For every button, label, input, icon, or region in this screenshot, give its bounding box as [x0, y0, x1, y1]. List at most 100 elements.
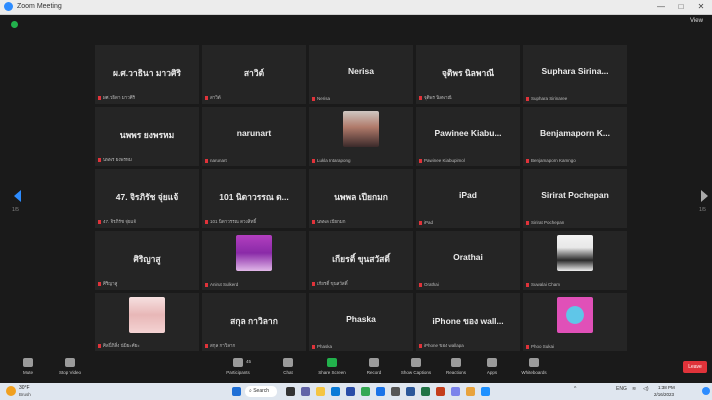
participant-tile[interactable]: จุติพร นิลพาณี จุติพร นิลพาณี — [416, 45, 520, 104]
whiteboards-button[interactable]: Whiteboards — [514, 358, 554, 375]
photos-icon[interactable] — [466, 387, 475, 396]
muted-microphone-icon — [526, 158, 529, 163]
volume-icon[interactable]: ◁) — [643, 386, 649, 392]
reactions-label: Reactions — [445, 370, 466, 375]
tray-language[interactable]: ENG — [616, 386, 627, 392]
windows-start-icon[interactable] — [232, 387, 241, 396]
participant-tile[interactable]: Anirut Sulkerd — [202, 231, 306, 290]
chrome-icon[interactable] — [361, 387, 370, 396]
participant-name-label: Suphara Sirinaree — [526, 96, 567, 101]
zoom-taskbar-icon[interactable] — [376, 387, 385, 396]
file-explorer-icon[interactable] — [316, 387, 325, 396]
taskbar-search-box[interactable]: ⌕ Search — [245, 386, 277, 397]
participant-display-name: ศิริญาสู — [133, 254, 161, 264]
powerpoint-icon[interactable] — [436, 387, 445, 396]
microphone-icon — [23, 358, 33, 367]
muted-microphone-icon — [205, 343, 208, 348]
chat-button[interactable]: Chat — [268, 358, 308, 375]
participant-tile[interactable]: Lukla Intarapong — [309, 107, 413, 166]
muted-microphone-icon — [98, 343, 101, 348]
mute-button[interactable]: Mute — [8, 358, 48, 375]
participant-name-label: Lukla Intarapong — [312, 158, 351, 163]
participant-name-text: iPad — [424, 220, 434, 225]
taskbar-search-label: Search — [253, 388, 270, 394]
view-button[interactable]: View — [690, 18, 703, 24]
participant-name-label: นพพล เปียกมก — [312, 218, 345, 225]
participant-display-name: narunart — [236, 128, 272, 138]
participant-video-thumbnail — [557, 297, 593, 333]
participant-tile[interactable]: ผ.ศ.วาธินา มาวศิริ ผศ.วธิดา มาวศิริ — [95, 45, 199, 104]
participant-tile[interactable]: Pawinee Kiabu... Pawinee Kiabupimol — [416, 107, 520, 166]
muted-microphone-icon — [419, 282, 422, 287]
task-view-icon[interactable] — [286, 387, 295, 396]
app-icon[interactable] — [391, 387, 400, 396]
participant-name-text: Phoo Sukai — [531, 344, 555, 349]
participant-tile[interactable]: 47. จิรภิรัช จุ่ยแจ้ 47. จิรภิรัช จุ่ยแจ้ — [95, 169, 199, 228]
reactions-button[interactable]: Reactions — [436, 358, 476, 375]
edge-icon[interactable] — [331, 387, 340, 396]
window-title: Zoom Meeting — [17, 3, 62, 10]
previous-page-arrow-icon[interactable] — [14, 190, 21, 202]
participant-tile[interactable]: Suwalai Cham — [523, 231, 627, 290]
participant-tile[interactable]: narunart narunart — [202, 107, 306, 166]
participant-display-name: เกียรติ์ ขุนสวัสดิ์ — [332, 254, 390, 264]
participant-name-text: Lukla Intarapong — [317, 158, 351, 163]
notification-icon[interactable] — [702, 387, 710, 395]
participant-tile[interactable]: สกุล กาวิลาก สกุล กาวิลาก — [202, 293, 306, 352]
participant-name-label: จุติพร นิลพาณี — [419, 94, 452, 101]
word-icon[interactable] — [406, 387, 415, 396]
participant-name-label: สาวิต์ — [205, 94, 221, 101]
participant-name-label: iPad — [419, 220, 433, 225]
participant-tile[interactable]: นพพล เปียกมก นพพล เปียกมก — [309, 169, 413, 228]
participant-tile[interactable]: iPhone ของ wall... iPhone ของ wallapa — [416, 293, 520, 352]
excel-icon[interactable] — [421, 387, 430, 396]
next-page-arrow-icon[interactable] — [701, 190, 708, 202]
participant-name-text: ผศ.วธิดา มาวศิริ — [103, 95, 136, 100]
maximize-button[interactable]: □ — [672, 0, 690, 14]
participant-video-thumbnail — [236, 235, 272, 271]
tray-chevron-icon[interactable]: ^ — [574, 386, 576, 392]
teams-icon[interactable] — [301, 387, 310, 396]
participants-button[interactable]: Participants — [218, 358, 258, 375]
muted-microphone-icon — [205, 282, 208, 287]
participant-name-text: Phaska — [317, 344, 333, 349]
participant-tile[interactable]: Sirirat Pochepan Sirirat Pochepan — [523, 169, 627, 228]
onenote-icon[interactable] — [451, 387, 460, 396]
show-captions-button[interactable]: Show Captions — [396, 358, 436, 375]
muted-microphone-icon — [205, 219, 208, 224]
participant-tile[interactable]: Phaska Phaska — [309, 293, 413, 352]
windows-taskbar: 30°F Brush ⌕ Search ^ ENG ≋ ◁) 1:38 PM 2… — [0, 383, 712, 400]
zoom-app-icon[interactable] — [481, 387, 490, 396]
muted-microphone-icon — [526, 220, 529, 225]
stop-video-button[interactable]: Stop Video — [50, 358, 90, 375]
share-screen-button[interactable]: Share Screen — [312, 358, 352, 375]
participant-tile[interactable]: Orathai Orathai — [416, 231, 520, 290]
participant-tile[interactable]: นพพร ยงพรหม นพพร ยงพรหม — [95, 107, 199, 166]
wifi-icon[interactable]: ≋ — [632, 386, 636, 392]
clock-time: 1:38 PM — [658, 385, 675, 390]
participant-tile[interactable]: 101 นิดาวรรณ ด... 101 นิดาวรรณ ดวงสิทธิ์ — [202, 169, 306, 228]
participant-tile[interactable]: สาวิต์ สาวิต์ — [202, 45, 306, 104]
participant-tile[interactable]: iPad iPad — [416, 169, 520, 228]
store-icon[interactable] — [346, 387, 355, 396]
participant-tile[interactable]: เกียรติ์ ขุนสวัสดิ์ เกียรติ์ ขุนสวัสดิ์ — [309, 231, 413, 290]
participant-tile[interactable]: Phoo Sukai — [523, 293, 627, 352]
participant-name-text: iPhone ของ wallapa — [424, 343, 464, 348]
participant-name-text: จุติพร นิลพาณี — [424, 95, 452, 100]
participant-display-name: Pawinee Kiabu... — [434, 128, 502, 138]
leave-button[interactable]: Leave — [683, 361, 707, 373]
participant-tile[interactable]: Suphara Sirina... Suphara Sirinaree — [523, 45, 627, 104]
minimize-button[interactable]: — — [652, 0, 670, 14]
participant-tile[interactable]: ศิริญาสู ศิริญาสู — [95, 231, 199, 290]
participant-tile[interactable]: Benjamaporn K... Benjamaporn Kamngo — [523, 107, 627, 166]
close-button[interactable]: ✕ — [692, 0, 710, 14]
record-button[interactable]: Record — [354, 358, 394, 375]
participant-name-text: Pawinee Kiabupimol — [424, 158, 465, 163]
participant-tile[interactable]: Nerisa Nerisa — [309, 45, 413, 104]
participant-name-label: สกุล กาวิลาก — [205, 342, 235, 349]
apps-button[interactable]: Apps — [472, 358, 512, 375]
participant-display-name: Nerisa — [348, 66, 374, 76]
participant-tile[interactable]: ศิลปิ์ภิสิ๋ง นัมิยะศ์ยะ — [95, 293, 199, 352]
security-shield-icon[interactable] — [11, 21, 18, 28]
muted-microphone-icon — [98, 219, 101, 224]
